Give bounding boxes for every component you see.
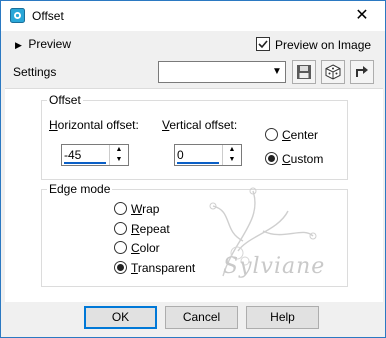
checkbox-checked-icon	[256, 37, 270, 51]
radio-checked-icon	[114, 261, 127, 274]
preview-on-image-label: Preview on Image	[275, 38, 372, 52]
spin-down-icon[interactable]: ▼	[110, 155, 128, 165]
settings-dropdown[interactable]: ▼	[158, 61, 286, 83]
preview-on-image-checkbox[interactable]: Preview on Image	[256, 37, 371, 52]
custom-radio[interactable]: Custom	[265, 152, 323, 166]
radio-unchecked-icon	[114, 241, 127, 254]
spinner-arrows[interactable]: ▲ ▼	[222, 145, 241, 165]
value-underline	[64, 162, 106, 164]
chevron-down-icon: ▼	[272, 66, 282, 77]
title-bar: Offset ✕	[1, 1, 385, 31]
vertical-offset-value[interactable]: 0	[177, 148, 219, 162]
horizontal-offset-value[interactable]: -45	[64, 148, 106, 162]
horizontal-offset-label: Horizontal offset:	[49, 118, 139, 132]
help-button[interactable]: Help	[246, 306, 319, 329]
vertical-offset-spinner[interactable]: 0 ▲ ▼	[174, 144, 242, 166]
spin-up-icon[interactable]: ▲	[110, 145, 128, 155]
radio-checked-icon	[265, 152, 278, 165]
cancel-button[interactable]: Cancel	[165, 306, 238, 329]
randomize-button[interactable]	[321, 60, 345, 84]
watermark-flourish	[209, 187, 317, 277]
radio-unchecked-icon	[114, 202, 127, 215]
app-icon	[10, 8, 25, 23]
edge-mode-group-title: Edge mode	[47, 182, 113, 196]
offset-dialog: Offset ✕ ▶ Preview Preview on Image Sett…	[0, 0, 386, 338]
watermark-signature: Sylviane	[223, 254, 326, 279]
ok-button[interactable]: OK	[84, 306, 157, 329]
spin-down-icon[interactable]: ▼	[223, 155, 241, 165]
settings-label: Settings	[13, 65, 57, 79]
preview-expander[interactable]: ▶ Preview	[15, 37, 71, 51]
radio-unchecked-icon	[265, 128, 278, 141]
window-title: Offset	[32, 9, 64, 23]
close-button[interactable]: ✕	[339, 1, 385, 31]
reset-button[interactable]	[350, 60, 374, 84]
save-preset-button[interactable]	[292, 60, 316, 84]
spinner-arrows[interactable]: ▲ ▼	[109, 145, 128, 165]
floppy-disk-icon	[297, 65, 311, 79]
horizontal-offset-spinner[interactable]: -45 ▲ ▼	[61, 144, 129, 166]
expand-arrow-icon: ▶	[15, 40, 22, 50]
edge-mode-repeat-radio[interactable]: Repeat	[114, 222, 170, 236]
edge-mode-transparent-radio[interactable]: Transparent	[114, 261, 195, 275]
spin-up-icon[interactable]: ▲	[223, 145, 241, 155]
edge-mode-color-radio[interactable]: Color	[114, 241, 160, 255]
offset-group-title: Offset	[47, 93, 83, 107]
center-radio[interactable]: Center	[265, 128, 318, 142]
preview-label: Preview	[28, 37, 72, 51]
vertical-offset-label: Vertical offset:	[162, 118, 238, 132]
dice-icon	[325, 64, 341, 80]
edge-mode-wrap-radio[interactable]: Wrap	[114, 202, 159, 216]
radio-unchecked-icon	[114, 222, 127, 235]
reset-arrow-icon	[356, 66, 368, 77]
value-underline	[177, 162, 219, 164]
